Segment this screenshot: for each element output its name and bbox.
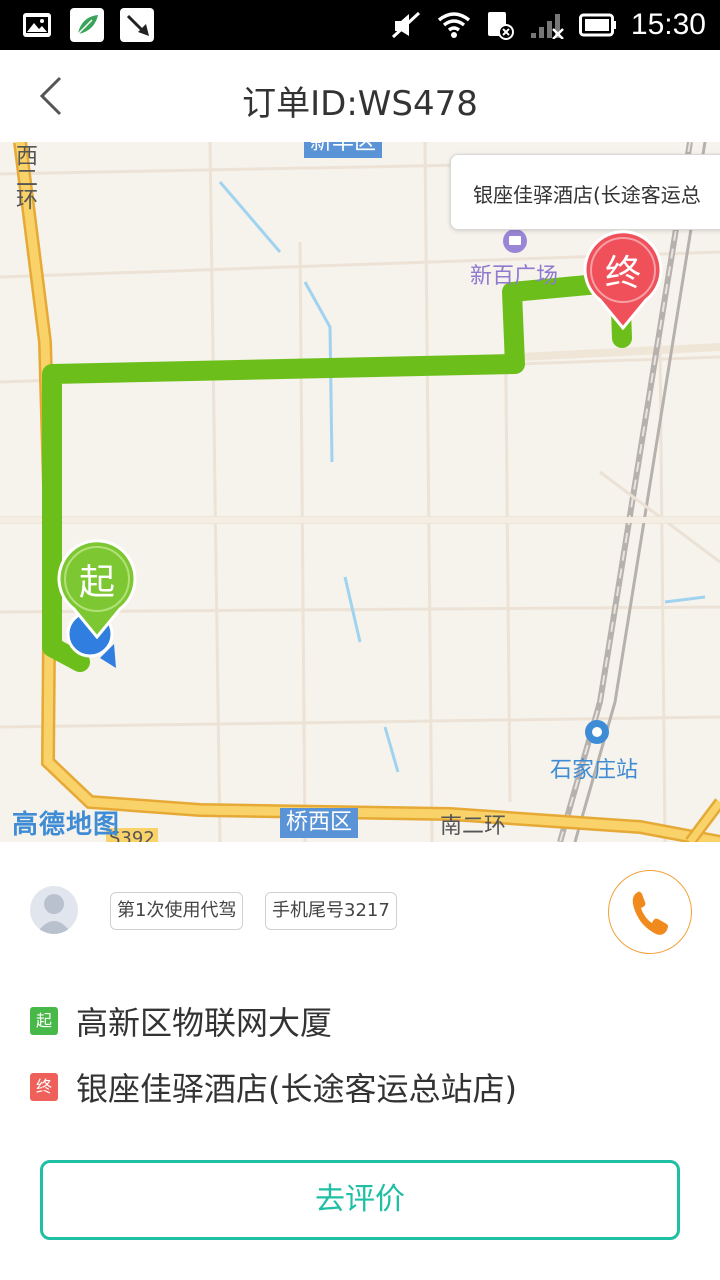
mute-icon	[391, 11, 420, 39]
sim-icon	[487, 12, 514, 40]
map-label-shijiazhuang-station: 石家庄站	[550, 758, 639, 783]
map-label-xinbai-plaza: 新百广场	[470, 264, 559, 289]
battery-icon	[578, 13, 616, 37]
map-label-xinhua-district: 新华区	[304, 142, 383, 158]
call-button[interactable]	[608, 870, 692, 954]
map-label-south-second-ring: 南二环	[440, 814, 507, 839]
image-icon	[20, 8, 54, 42]
app-leaf-icon	[70, 8, 104, 42]
start-pin-label: 起	[78, 562, 115, 603]
end-pin[interactable]: 终	[582, 230, 664, 331]
end-badge: 终	[30, 1073, 58, 1101]
route-map[interactable]: 西二环 新华区 新百广场 石家庄站 南二环 桥西区 S392 高德地图 银座佳驿…	[0, 142, 720, 842]
map-label-qiaoxi-district: 桥西区	[280, 808, 359, 838]
phone-tail-tag: 手机尾号3217	[265, 892, 397, 930]
wifi-icon	[437, 12, 471, 38]
title-bar: 订单ID:WS478	[0, 50, 720, 142]
user-icon	[36, 894, 72, 934]
clock: 15:30	[630, 8, 706, 41]
map-label-west-second-ring: 西二环	[12, 144, 37, 210]
destination-callout[interactable]: 银座佳驿酒店(长途客运总	[450, 154, 720, 230]
start-badge: 起	[30, 1007, 58, 1035]
page-title: 订单ID:WS478	[242, 84, 478, 124]
end-address: 银座佳驿酒店(长途客运总站店)	[76, 1070, 517, 1108]
avatar	[30, 886, 78, 934]
signal-icon	[530, 14, 564, 39]
amap-logo: 高德地图	[12, 810, 121, 840]
end-pin-label: 终	[604, 253, 641, 294]
phone-icon	[632, 891, 668, 935]
order-panel: 第1次使用代驾 手机尾号3217 起 高新区物联网大厦 终 银座佳驿酒店(长途客…	[0, 842, 720, 1280]
status-bar: 15:30	[0, 0, 720, 50]
end-address-row: 终 银座佳驿酒店(长途客运总站店)	[30, 1064, 517, 1110]
rate-button[interactable]: 去评价	[40, 1160, 680, 1240]
start-address-row: 起 高新区物联网大厦	[30, 998, 332, 1044]
app-broom-icon	[120, 8, 154, 42]
start-address: 高新区物联网大厦	[76, 1004, 333, 1042]
start-pin[interactable]: 起	[56, 539, 138, 640]
usage-count-tag: 第1次使用代驾	[110, 892, 244, 930]
